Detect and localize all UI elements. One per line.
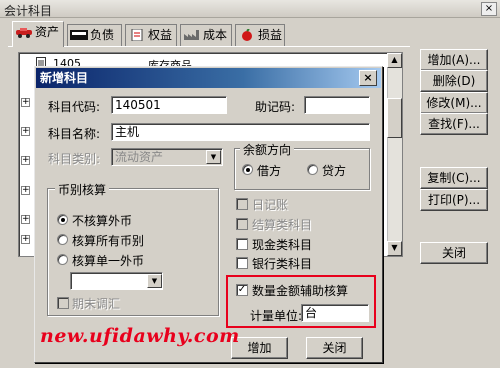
tab-profit-loss[interactable]: 损益	[235, 24, 285, 46]
single-currency-radio[interactable]	[57, 254, 68, 265]
single-currency-label: 核算单一外币	[72, 254, 145, 268]
scroll-thumb[interactable]	[387, 98, 402, 138]
tab-assets[interactable]: 资产	[12, 21, 64, 47]
expand-icon[interactable]: +	[21, 127, 30, 136]
expand-icon[interactable]: +	[21, 186, 30, 195]
window-close-button[interactable]: ×	[481, 2, 497, 16]
modify-subject-button[interactable]: 修改(M)...	[420, 92, 488, 114]
tab-equity[interactable]: 权益	[125, 24, 177, 46]
credit-label: 贷方	[322, 164, 347, 178]
balance-direction-title: 余额方向	[240, 141, 295, 158]
factory-icon	[183, 27, 201, 40]
settlement-label: 结算类科目	[252, 218, 313, 232]
cash-subject-checkbox[interactable]	[236, 238, 248, 250]
window-title: 会计科目	[4, 4, 53, 18]
print-button[interactable]: 打印(P)...	[420, 189, 488, 211]
subject-name-label: 科目名称:	[48, 127, 101, 141]
dialog-close-button[interactable]: ×	[359, 70, 377, 86]
all-currencies-radio[interactable]	[57, 234, 68, 245]
car-icon	[15, 24, 33, 38]
document-icon	[128, 27, 146, 42]
subject-code-label: 科目代码:	[48, 100, 101, 114]
list-scrollbar[interactable]	[387, 53, 402, 256]
watermark: new.ufidawhy.com	[40, 325, 240, 347]
tab-cost[interactable]: 成本	[180, 24, 232, 46]
debit-radio[interactable]	[242, 164, 253, 175]
chevron-down-icon[interactable]: ▼	[147, 274, 162, 288]
find-subject-button[interactable]: 查找(F)...	[420, 113, 488, 135]
subject-type-label: 科目类别:	[48, 152, 101, 166]
no-foreign-currency-label: 不核算外币	[72, 214, 133, 228]
window-titlebar	[0, 0, 500, 18]
mnemonic-label: 助记码:	[255, 100, 296, 114]
delete-subject-button[interactable]: 删除(D)	[420, 70, 488, 92]
copy-subject-button[interactable]: 复制(C)...	[420, 167, 488, 189]
dialog-title: 新增科目	[36, 68, 381, 88]
period-end-adjust-label: 期末调汇	[72, 297, 121, 311]
subject-name-field[interactable]: 主机	[111, 123, 370, 141]
bank-subject-checkbox[interactable]	[236, 257, 248, 269]
tab-liabilities[interactable]: 负债	[67, 24, 122, 46]
currency-group-title: 币别核算	[55, 181, 110, 198]
subject-code-field[interactable]: 140501	[111, 96, 227, 114]
period-end-adjust-checkbox[interactable]	[57, 297, 69, 309]
dialog-close-action-button[interactable]: 关闭	[306, 337, 363, 359]
scroll-up-icon[interactable]: ▲	[387, 53, 402, 68]
expand-icon[interactable]: +	[21, 235, 30, 244]
apple-icon	[238, 27, 256, 41]
settlement-checkbox[interactable]	[236, 218, 248, 230]
expand-icon[interactable]: +	[21, 156, 30, 165]
expand-icon[interactable]: +	[21, 98, 30, 107]
credit-radio[interactable]	[307, 164, 318, 175]
journal-label: 日记账	[252, 198, 289, 212]
scroll-down-icon[interactable]: ▼	[387, 241, 402, 256]
close-window-button[interactable]: 关闭	[420, 242, 488, 264]
debit-label: 借方	[257, 164, 282, 178]
highlight-box	[226, 275, 376, 328]
no-foreign-currency-radio[interactable]	[57, 214, 68, 225]
tab-underline	[8, 46, 410, 47]
add-subject-button[interactable]: 增加(A)...	[420, 49, 488, 71]
expand-icon[interactable]: +	[21, 215, 30, 224]
bank-subject-label: 银行类科目	[252, 257, 313, 271]
journal-checkbox[interactable]	[236, 198, 248, 210]
all-currencies-label: 核算所有币别	[72, 234, 145, 248]
mnemonic-field[interactable]	[304, 96, 370, 114]
cash-subject-label: 现金类科目	[252, 238, 313, 252]
chevron-down-icon: ▼	[206, 150, 221, 164]
card-icon	[70, 27, 88, 40]
